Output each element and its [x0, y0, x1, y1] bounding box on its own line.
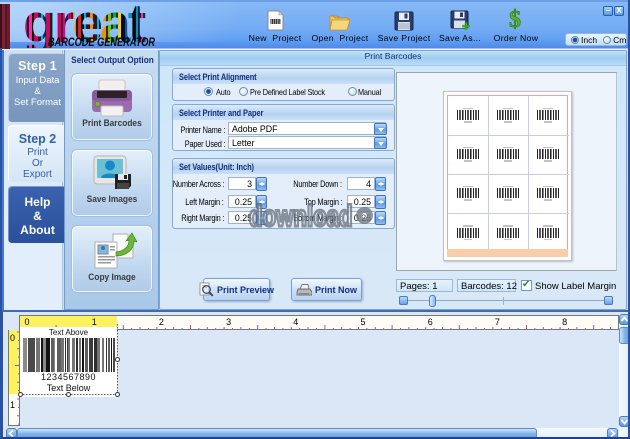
svg-text:2: 2: [159, 317, 164, 327]
svg-text:0: 0: [25, 317, 30, 327]
svg-text:1: 1: [92, 317, 97, 327]
svg-text:1: 1: [10, 400, 15, 410]
svg-text:8: 8: [562, 317, 567, 327]
svg-text:3: 3: [226, 317, 231, 327]
svg-text:$: $: [509, 8, 521, 31]
svg-text:0: 0: [10, 333, 15, 343]
svg-text:6: 6: [428, 317, 433, 327]
svg-text:7: 7: [495, 317, 500, 327]
svg-text:5: 5: [361, 317, 366, 327]
svg-text:4: 4: [293, 317, 298, 327]
